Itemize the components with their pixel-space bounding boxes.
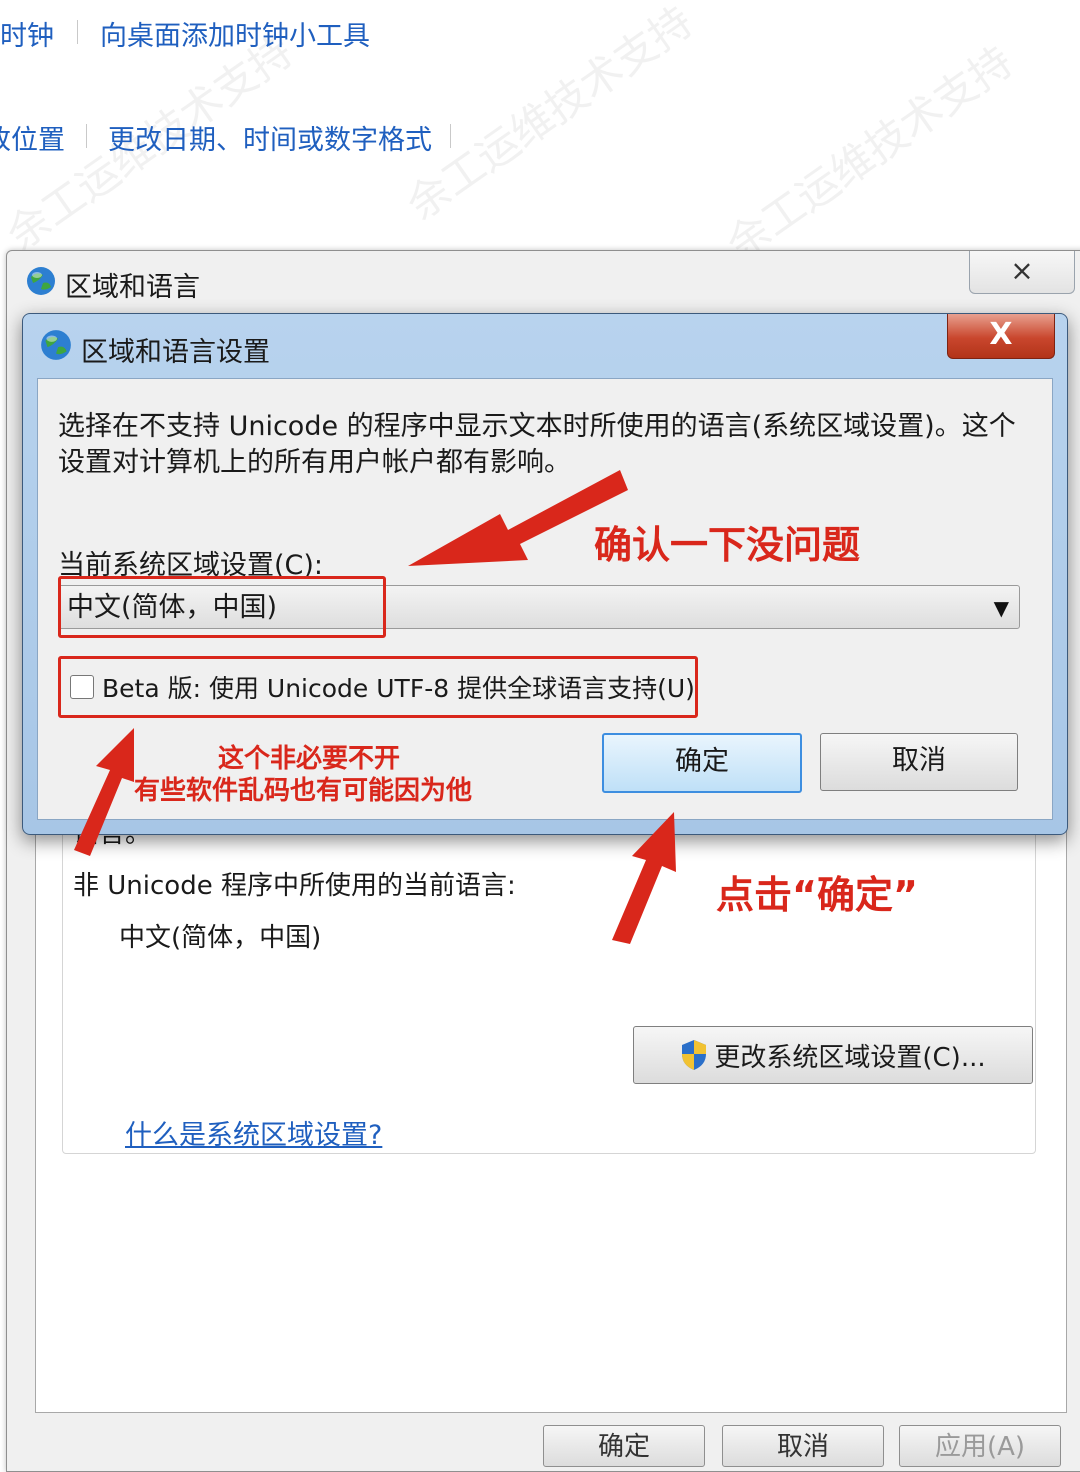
- click-ok-annotation: 点击“确定”: [716, 873, 918, 917]
- arrow-icon: [74, 470, 676, 944]
- confirm-annotation: 确认一下没问题: [594, 523, 861, 567]
- beta-annotation-line2: 有些软件乱码也有可能因为他: [134, 776, 473, 806]
